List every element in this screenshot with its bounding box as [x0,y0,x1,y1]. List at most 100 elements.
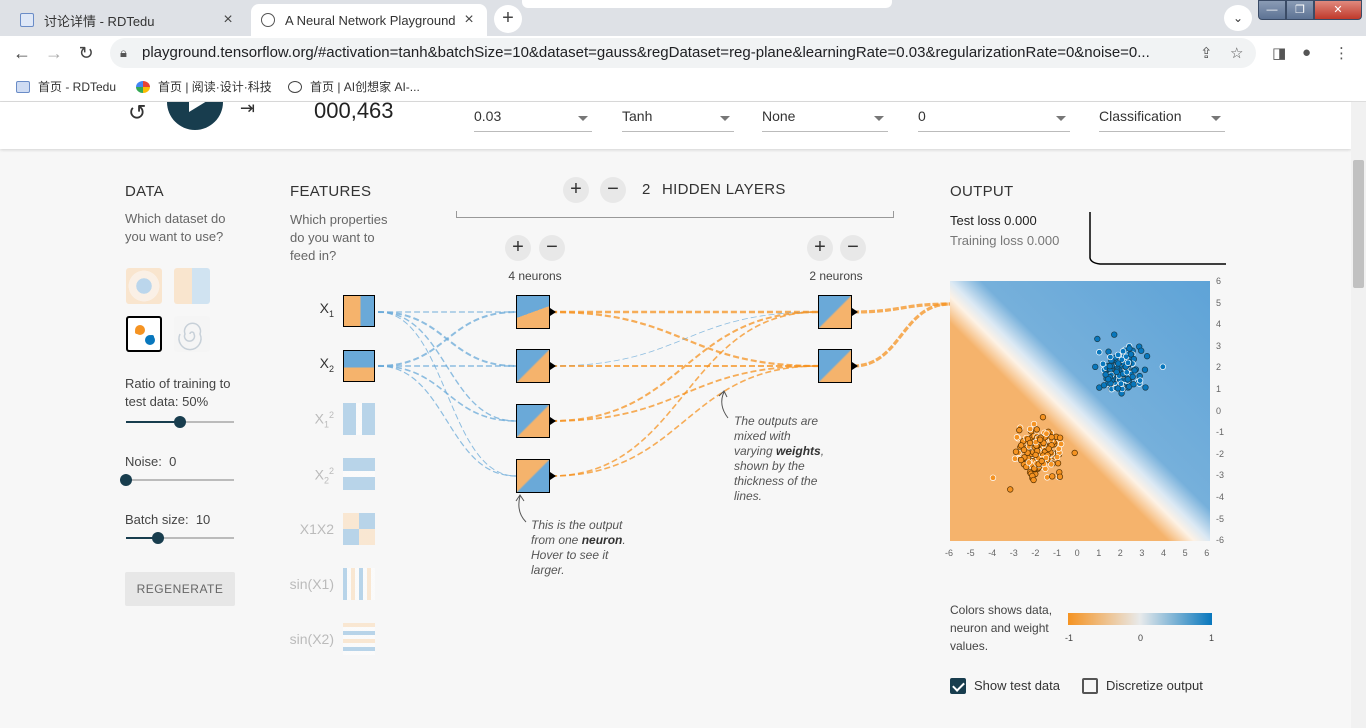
remove-neuron-layer1-button[interactable]: − [539,235,565,261]
bookmark-rdtedu[interactable]: 首页 - RDTedu [16,78,116,95]
data-point [1114,351,1122,358]
feature-x1-squared[interactable] [343,403,375,435]
hidden-layers-count: 2 [642,181,651,198]
x-tick: 2 [1117,548,1123,558]
data-point [1048,461,1055,468]
show-test-data-checkbox[interactable] [950,678,966,694]
epoch-counter: 000,463 [314,102,394,123]
dataset-spiral[interactable] [174,316,210,352]
data-point [1092,363,1099,370]
data-point [1136,377,1144,384]
data-point [1044,474,1051,481]
problem-type-select[interactable]: Classification [1099,106,1225,132]
reset-icon[interactable]: ↺ [128,102,146,126]
feature-x2[interactable] [343,350,375,382]
tab-search-icon[interactable]: ⌄ [1224,5,1252,31]
feature-x1[interactable] [343,295,375,327]
neuron-1-1[interactable] [516,295,556,329]
neuron-2-1[interactable] [818,295,858,329]
data-point [1043,430,1050,437]
data-point [1113,368,1120,376]
add-neuron-layer1-button[interactable]: + [505,235,531,261]
tab-rdtedu[interactable]: 讨论详情 - RDTedu × [10,4,246,36]
regularization-select[interactable]: None [762,106,888,132]
discretize-output-checkbox[interactable] [1082,678,1098,694]
feature-x1x2[interactable] [343,513,375,545]
remove-neuron-layer2-button[interactable]: − [840,235,866,261]
dataset-gaussian[interactable] [126,316,162,352]
close-tab-icon[interactable]: × [461,11,477,29]
neuron-1-2[interactable] [516,349,556,383]
data-point [1013,434,1021,441]
bookmark-design[interactable]: 首页 | 阅读·设计·科技 [136,78,272,95]
data-point [1025,459,1032,466]
data-point [1127,351,1135,358]
spiral-icon [178,322,202,351]
bookmarks-bar: 首页 - RDTedu 首页 | 阅读·设计·科技 首页 | AI创想家 AI-… [0,70,1366,102]
side-panel-icon[interactable]: ◨ [1272,44,1286,62]
data-point [1105,376,1112,383]
play-button[interactable] [167,102,223,130]
new-tab-button[interactable]: + [494,5,522,33]
close-window-button[interactable]: ✕ [1314,0,1362,20]
profile-avatar-icon[interactable]: ● [1302,44,1311,61]
scroll-thumb[interactable] [1353,160,1364,288]
regularization-rate-select[interactable]: 0 [918,106,1070,132]
url-text[interactable]: playground.tensorflow.org/#activation=ta… [142,44,1182,61]
neuron-1-3[interactable] [516,404,556,438]
data-point [1039,414,1047,421]
batch-slider[interactable] [126,532,234,544]
share-icon[interactable]: ⇪ [1200,44,1213,62]
features-subtitle: Which properties do you want to feed in? [290,212,388,263]
feature-x2-squared[interactable] [343,458,375,490]
legend-tick-mid: 0 [1138,633,1144,643]
tab-playground[interactable]: A Neural Network Playground × [251,4,487,36]
data-point [1123,369,1130,376]
bookmark-ai[interactable]: 首页 | AI创想家 AI-... [288,78,420,95]
feature-sin-x2[interactable] [343,623,375,655]
add-neuron-layer2-button[interactable]: + [807,235,833,261]
bookmark-star-icon[interactable]: ☆ [1230,44,1243,62]
back-icon[interactable]: ← [10,41,34,65]
dataset-circle[interactable] [126,268,162,304]
link-in1-h1-2 [377,311,517,367]
remove-layer-button[interactable]: − [600,177,626,203]
data-point [1119,348,1127,355]
data-point [1057,440,1065,448]
maximize-button[interactable]: ❐ [1286,0,1314,20]
data-point [1026,439,1034,447]
lock-icon[interactable]: 🔒︎ [120,45,127,61]
regenerate-button[interactable]: REGENERATE [125,572,235,606]
add-layer-button[interactable]: + [563,177,589,203]
learning-rate-select[interactable]: 0.03 [474,106,592,132]
address-bar[interactable]: 🔒︎ playground.tensorflow.org/#activation… [110,38,1256,68]
menu-kebab-icon[interactable]: ⋮ [1334,44,1349,62]
color-legend-bar [1068,613,1212,625]
neuron-2-2[interactable] [818,349,858,383]
legend-text: Colors shows data, neuron and weight val… [950,603,1053,653]
reload-icon[interactable]: ↻ [74,41,98,65]
slider-knob[interactable] [120,474,132,486]
data-point [1045,445,1052,452]
y-tick: 1 [1216,384,1222,394]
slider-knob[interactable] [174,416,186,428]
layer2-neuron-count: 2 neurons [809,269,863,283]
data-point [1054,460,1062,467]
dataset-xor[interactable] [174,268,210,304]
feature-sin-x1[interactable] [343,568,375,600]
noise-slider[interactable] [120,474,234,486]
page-scrollbar[interactable] [1351,102,1366,728]
ratio-slider[interactable] [126,416,234,428]
forward-icon[interactable]: → [42,41,66,65]
close-tab-icon[interactable]: × [220,11,236,29]
minimize-button[interactable]: — [1258,0,1286,20]
discretize-output-label: Discretize output [1106,678,1203,693]
legend-tick-max: 1 [1209,633,1215,643]
activation-select[interactable]: Tanh [622,106,734,132]
data-heading: DATA [125,183,164,200]
controls-bar: ↺ ⇥ 000,463 0.03 Tanh None 0 Classificat… [0,102,1351,149]
neuron-1-4[interactable] [516,459,556,493]
neuron-hint: This is the output from one neuron. Hove… [531,518,626,577]
slider-knob[interactable] [152,532,165,544]
step-icon[interactable]: ⇥ [240,102,255,119]
